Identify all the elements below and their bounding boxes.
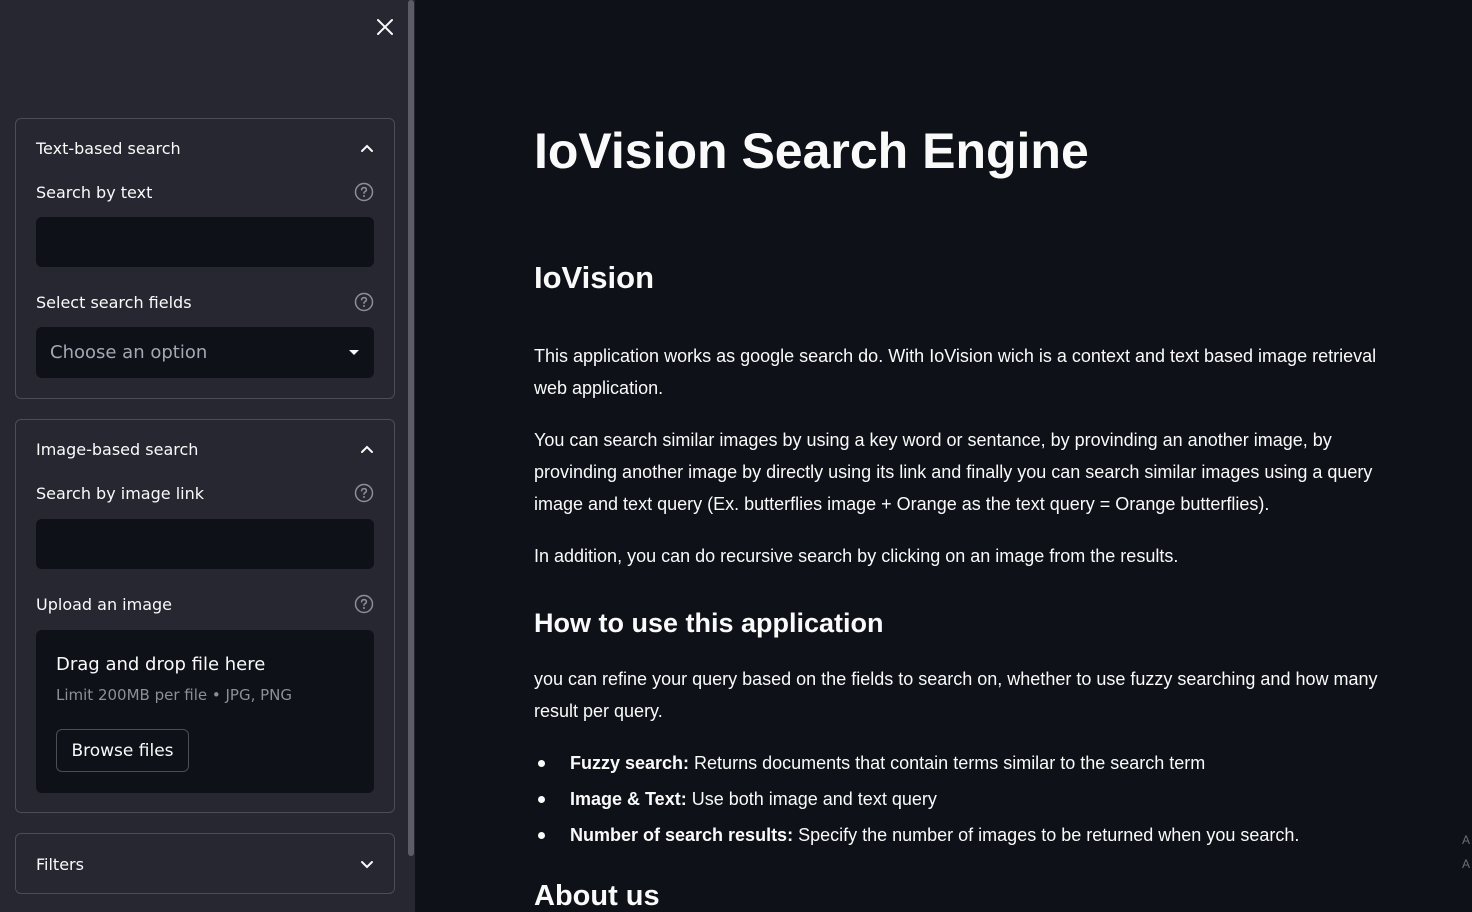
- search-by-text-row: Search by text: [36, 179, 374, 205]
- image-search-header-label: Image-based search: [36, 439, 199, 459]
- app-root: Text-based search Search by text Select …: [0, 0, 1472, 912]
- search-by-text-label: Search by text: [36, 182, 153, 202]
- list-item-desc: Returns documents that contain terms sim…: [689, 753, 1206, 773]
- bullet-icon: [538, 796, 545, 803]
- filters-header[interactable]: Filters: [36, 849, 374, 879]
- caret-down-icon: [349, 349, 359, 355]
- bullet-icon: [538, 760, 545, 767]
- dropzone-limit: Limit 200MB per file • JPG, PNG: [56, 686, 293, 704]
- section-title-about: About us: [534, 880, 660, 912]
- search-fields-label: Select search fields: [36, 292, 192, 312]
- search-fields-placeholder: Choose an option: [50, 342, 208, 363]
- edge-mark: A: [1461, 833, 1470, 847]
- search-fields-row: Select search fields: [36, 289, 374, 315]
- sidebar: Text-based search Search by text Select …: [0, 0, 415, 912]
- sidebar-scrollbar[interactable]: [408, 0, 414, 856]
- search-text-input[interactable]: [36, 217, 374, 267]
- intro-paragraph-1: This application works as google search …: [534, 346, 1377, 398]
- list-item: Fuzzy search: Returns documents that con…: [534, 746, 1414, 782]
- list-item-desc: Use both image and text query: [686, 789, 937, 809]
- howto-paragraph: you can refine your query based on the f…: [534, 669, 1378, 721]
- edge-mark: A: [1461, 857, 1470, 871]
- list-item-term: Image & Text:: [570, 789, 687, 809]
- help-icon[interactable]: [354, 292, 374, 312]
- upload-image-label: Upload an image: [36, 594, 173, 614]
- upload-image-row: Upload an image: [36, 591, 374, 617]
- filters-header-label: Filters: [36, 854, 84, 874]
- chevron-up-icon: [361, 144, 373, 152]
- image-search-header[interactable]: Image-based search: [36, 434, 374, 464]
- text-search-header-label: Text-based search: [36, 138, 181, 158]
- intro-paragraph-2: You can search similar images by using a…: [534, 430, 1373, 514]
- help-icon[interactable]: [354, 483, 374, 503]
- image-link-input[interactable]: [36, 519, 374, 569]
- close-icon[interactable]: [372, 14, 398, 40]
- dropzone-title: Drag and drop file here: [56, 654, 266, 675]
- list-item: Image & Text: Use both image and text qu…: [534, 782, 1414, 818]
- main-content: IoVision Search Engine IoVision This app…: [415, 0, 1472, 912]
- image-link-label: Search by image link: [36, 483, 204, 503]
- page-title: IoVision Search Engine: [534, 123, 1089, 179]
- section-title-howto: How to use this application: [534, 608, 884, 638]
- text-search-header[interactable]: Text-based search: [36, 133, 374, 163]
- bullet-icon: [538, 832, 545, 839]
- browse-files-button[interactable]: Browse files: [56, 729, 189, 772]
- feature-list: Fuzzy search: Returns documents that con…: [534, 746, 1414, 854]
- image-search-expander: Image-based search Search by image link …: [15, 419, 395, 813]
- help-icon[interactable]: [354, 594, 374, 614]
- help-icon[interactable]: [354, 182, 374, 202]
- intro-paragraph-3: In addition, you can do recursive search…: [534, 546, 1179, 566]
- section-title-iovision: IoVision: [534, 260, 655, 295]
- image-link-row: Search by image link: [36, 480, 374, 506]
- text-search-expander: Text-based search Search by text Select …: [15, 118, 395, 399]
- filters-expander: Filters: [15, 833, 395, 894]
- chevron-up-icon: [361, 445, 373, 453]
- list-item-desc: Specify the number of images to be retur…: [793, 825, 1300, 845]
- list-item-term: Fuzzy search:: [570, 753, 690, 773]
- list-item: Number of search results: Specify the nu…: [534, 818, 1414, 854]
- list-item-term: Number of search results:: [570, 825, 794, 845]
- search-fields-select[interactable]: Choose an option: [36, 327, 374, 378]
- chevron-down-icon: [361, 860, 373, 868]
- file-dropzone[interactable]: Drag and drop file here Limit 200MB per …: [36, 630, 374, 793]
